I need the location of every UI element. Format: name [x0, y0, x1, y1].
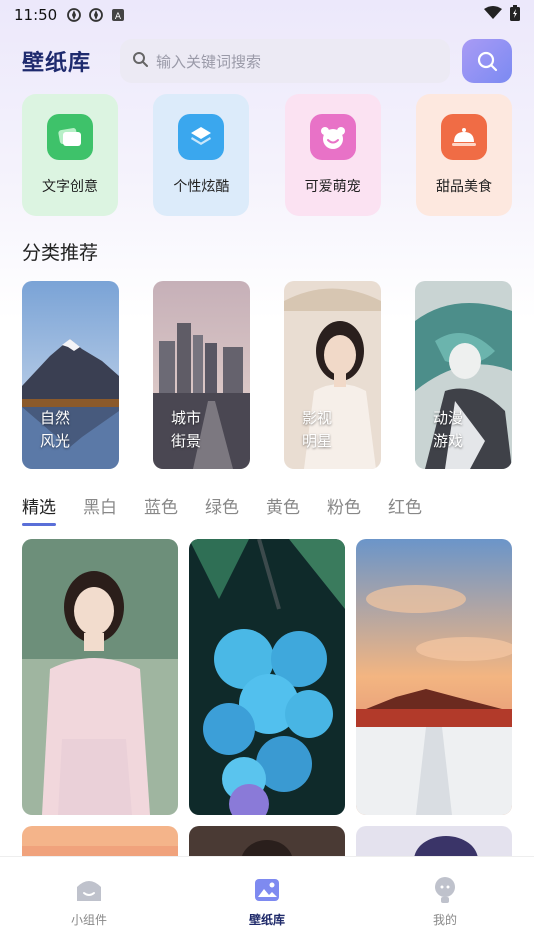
wallpaper-palace-sunset-image [356, 539, 512, 815]
rec-card-nature[interactable]: 自然 风光 [22, 281, 119, 469]
rec-label: 城市 街景 [171, 409, 202, 450]
search-placeholder: 输入关键词搜索 [156, 52, 262, 71]
tab-black-white[interactable]: 黑白 [83, 493, 117, 524]
category-desserts-food[interactable]: 甜品美食 [415, 94, 512, 216]
pet-face-icon [309, 114, 356, 160]
app-notification-icon [67, 8, 82, 22]
tab-red[interactable]: 红色 [388, 493, 422, 524]
category-text-creative[interactable]: 文字创意 [22, 94, 118, 216]
category-cool[interactable]: 个性炫酷 [153, 94, 250, 216]
wallpaper-tile[interactable] [189, 539, 345, 815]
header: 壁纸库 输入关键词搜索 [0, 36, 534, 86]
tab-blue[interactable]: 蓝色 [144, 493, 178, 524]
rec-label: 动漫 游戏 [433, 409, 464, 450]
category-label: 可爱萌宠 [304, 179, 361, 195]
tab-label: 小组件 [70, 913, 107, 927]
app-notification-icon [89, 8, 104, 22]
search-input[interactable]: 输入关键词搜索 [120, 39, 450, 83]
wifi-icon [484, 6, 502, 24]
rec-card-city[interactable]: 城市 街景 [153, 281, 250, 469]
search-icon [132, 51, 148, 71]
tab-green[interactable]: 绿色 [205, 493, 239, 524]
wallpaper-tile[interactable] [356, 539, 512, 815]
rec-card-anime[interactable]: 动漫 游戏 [415, 281, 512, 469]
svg-text:A: A [115, 12, 122, 21]
category-cute-pets[interactable]: 可爱萌宠 [284, 94, 381, 216]
search-button[interactable] [462, 39, 512, 83]
section-title: 分类推荐 [22, 242, 99, 264]
tab-label: 壁纸库 [248, 913, 285, 927]
category-label: 文字创意 [42, 179, 98, 195]
wallpaper-girl-image [22, 539, 178, 815]
tab-label: 我的 [432, 913, 457, 927]
tab-pink[interactable]: 粉色 [327, 493, 361, 524]
profile-icon [435, 877, 455, 903]
food-cloche-icon [440, 114, 487, 160]
battery-icon [510, 5, 520, 25]
category-row: 文字创意 个性炫酷 可爱萌宠 甜品美食 [22, 94, 512, 216]
tab-widgets[interactable]: 小组件 [29, 875, 149, 950]
color-filter-tabs: 精选 黑白 蓝色 绿色 黄色 粉色 红色 [22, 493, 449, 526]
wallpaper-icon [255, 879, 279, 901]
font-notification-icon: A [111, 8, 125, 22]
tab-featured[interactable]: 精选 [22, 493, 56, 526]
wallpaper-blue-grapes-image [189, 539, 345, 815]
wallpaper-tile[interactable] [22, 539, 178, 815]
rec-label: 自然 风光 [40, 409, 71, 450]
category-label: 甜品美食 [435, 179, 492, 195]
status-time: 11:50 [14, 6, 58, 24]
search-icon [477, 51, 498, 72]
tab-wallpaper-library[interactable]: 壁纸库 [207, 875, 327, 950]
text-creative-icon [47, 114, 93, 160]
rec-label: 影视 明星 [302, 409, 333, 450]
rec-card-celebrity[interactable]: 影视 明星 [284, 281, 381, 469]
bottom-tab-bar: 小组件 壁纸库 我的 [0, 856, 534, 950]
tab-profile[interactable]: 我的 [385, 875, 505, 950]
tab-yellow[interactable]: 黄色 [266, 493, 300, 524]
app-logo: 壁纸库 [22, 51, 92, 76]
recommendation-row: 自然 风光 城市 街景 影视 明星 动漫 游戏 [22, 281, 512, 469]
category-label: 个性炫酷 [173, 179, 230, 195]
widget-icon [77, 881, 101, 901]
status-bar: 11:50 A [0, 0, 534, 30]
layers-icon [178, 114, 225, 160]
